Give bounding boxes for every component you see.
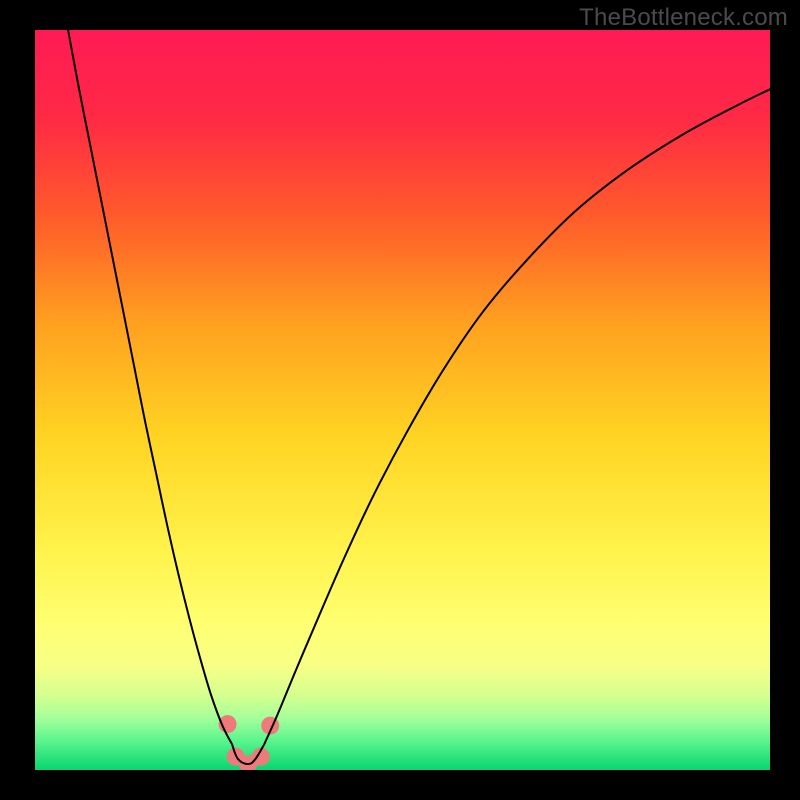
chart-background-gradient <box>35 30 770 770</box>
chart-plot-area <box>35 30 770 770</box>
chart-canvas <box>35 30 770 770</box>
chart-frame: TheBottleneck.com <box>0 0 800 800</box>
watermark-text: TheBottleneck.com <box>579 4 788 32</box>
